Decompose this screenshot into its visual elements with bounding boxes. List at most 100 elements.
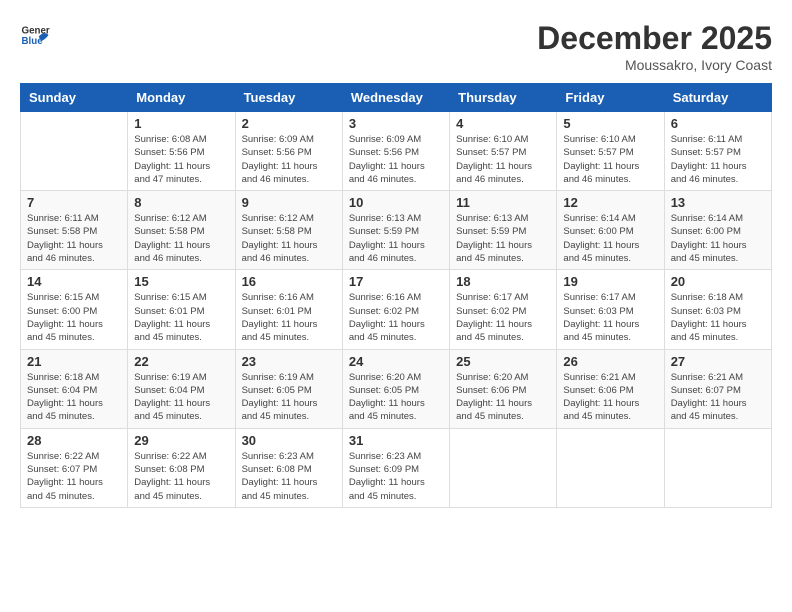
day-number: 14 (27, 274, 121, 289)
calendar-cell: 3Sunrise: 6:09 AMSunset: 5:56 PMDaylight… (342, 112, 449, 191)
title-area: December 2025 Moussakro, Ivory Coast (537, 20, 772, 73)
day-number: 7 (27, 195, 121, 210)
day-info: Sunrise: 6:08 AMSunset: 5:56 PMDaylight:… (134, 133, 228, 186)
day-number: 26 (563, 354, 657, 369)
calendar-cell: 12 Sunrise: 6:14 AMSunset: 6:00 PMDayligh… (557, 191, 664, 270)
svg-text:Blue: Blue (22, 36, 44, 47)
calendar-cell: 21Sunrise: 6:18 AMSunset: 6:04 PMDayligh… (21, 349, 128, 428)
day-number: 27 (671, 354, 765, 369)
day-info: Sunrise: 6:10 AMSunset: 5:57 PMDaylight:… (563, 133, 657, 186)
day-info: Sunrise: 6:18 AMSunset: 6:03 PMDaylight:… (671, 291, 765, 344)
calendar-cell: 9 Sunrise: 6:12 AMSunset: 5:58 PMDaylight… (235, 191, 342, 270)
day-header-friday: Friday (557, 84, 664, 112)
day-info: Sunrise: 6:20 AMSunset: 6:06 PMDaylight:… (456, 371, 550, 424)
day-number: 30 (242, 433, 336, 448)
day-info: Sunrise: 6:18 AMSunset: 6:04 PMDaylight:… (27, 371, 121, 424)
day-number: 13 (671, 195, 765, 210)
day-number: 9 (242, 195, 336, 210)
day-number: 23 (242, 354, 336, 369)
calendar-cell: 11Sunrise: 6:13 AMSunset: 5:59 PMDayligh… (450, 191, 557, 270)
calendar-week-4: 21Sunrise: 6:18 AMSunset: 6:04 PMDayligh… (21, 349, 772, 428)
day-info: Sunrise: 6:14 AMSunset: 6:00 PMDaylight:… (563, 212, 657, 265)
calendar-week-1: 1 Sunrise: 6:08 AMSunset: 5:56 PMDaylight… (21, 112, 772, 191)
day-number: 8 (134, 195, 228, 210)
day-number: 28 (27, 433, 121, 448)
day-number: 4 (456, 116, 550, 131)
day-number: 5 (563, 116, 657, 131)
day-header-thursday: Thursday (450, 84, 557, 112)
day-info: Sunrise: 6:09 AMSunset: 5:56 PMDaylight:… (242, 133, 336, 186)
calendar-cell: 23 Sunrise: 6:19 AMSunset: 6:05 PMDayligh… (235, 349, 342, 428)
calendar-cell: 8 Sunrise: 6:12 AMSunset: 5:58 PMDaylight… (128, 191, 235, 270)
location: Moussakro, Ivory Coast (537, 57, 772, 73)
logo: General Blue (20, 20, 50, 50)
calendar-cell: 7 Sunrise: 6:11 AMSunset: 5:58 PMDaylight… (21, 191, 128, 270)
day-info: Sunrise: 6:21 AMSunset: 6:06 PMDaylight:… (563, 371, 657, 424)
calendar-cell: 14 Sunrise: 6:15 AMSunset: 6:00 PMDayligh… (21, 270, 128, 349)
day-info: Sunrise: 6:17 AMSunset: 6:03 PMDaylight:… (563, 291, 657, 344)
calendar-cell: 25 Sunrise: 6:20 AMSunset: 6:06 PMDayligh… (450, 349, 557, 428)
day-number: 11 (456, 195, 550, 210)
day-header-saturday: Saturday (664, 84, 771, 112)
calendar-cell: 1 Sunrise: 6:08 AMSunset: 5:56 PMDaylight… (128, 112, 235, 191)
day-info: Sunrise: 6:11 AMSunset: 5:57 PMDaylight:… (671, 133, 765, 186)
calendar-table: SundayMondayTuesdayWednesdayThursdayFrid… (20, 83, 772, 508)
day-info: Sunrise: 6:23 AMSunset: 6:09 PMDaylight:… (349, 450, 443, 503)
calendar-cell: 13 Sunrise: 6:14 AMSunset: 6:00 PMDayligh… (664, 191, 771, 270)
day-info: Sunrise: 6:09 AMSunset: 5:56 PMDaylight:… (349, 133, 443, 186)
calendar-cell: 2 Sunrise: 6:09 AMSunset: 5:56 PMDaylight… (235, 112, 342, 191)
day-number: 1 (134, 116, 228, 131)
calendar-cell: 4 Sunrise: 6:10 AMSunset: 5:57 PMDaylight… (450, 112, 557, 191)
day-info: Sunrise: 6:15 AMSunset: 6:00 PMDaylight:… (27, 291, 121, 344)
calendar-cell (21, 112, 128, 191)
day-number: 24 (349, 354, 443, 369)
calendar-cell: 26 Sunrise: 6:21 AMSunset: 6:06 PMDayligh… (557, 349, 664, 428)
calendar-cell: 30 Sunrise: 6:23 AMSunset: 6:08 PMDayligh… (235, 428, 342, 507)
month-title: December 2025 (537, 20, 772, 57)
calendar-cell: 19 Sunrise: 6:17 AMSunset: 6:03 PMDayligh… (557, 270, 664, 349)
calendar-cell: 15 Sunrise: 6:15 AMSunset: 6:01 PMDayligh… (128, 270, 235, 349)
calendar-cell: 6 Sunrise: 6:11 AMSunset: 5:57 PMDaylight… (664, 112, 771, 191)
day-info: Sunrise: 6:17 AMSunset: 6:02 PMDaylight:… (456, 291, 550, 344)
day-info: Sunrise: 6:15 AMSunset: 6:01 PMDaylight:… (134, 291, 228, 344)
day-info: Sunrise: 6:11 AMSunset: 5:58 PMDaylight:… (27, 212, 121, 265)
day-number: 12 (563, 195, 657, 210)
day-number: 17 (349, 274, 443, 289)
logo-icon: General Blue (20, 20, 50, 50)
day-header-tuesday: Tuesday (235, 84, 342, 112)
calendar-cell (664, 428, 771, 507)
day-number: 19 (563, 274, 657, 289)
day-number: 29 (134, 433, 228, 448)
day-info: Sunrise: 6:12 AMSunset: 5:58 PMDaylight:… (242, 212, 336, 265)
calendar-cell: 10Sunrise: 6:13 AMSunset: 5:59 PMDayligh… (342, 191, 449, 270)
calendar-header-row: SundayMondayTuesdayWednesdayThursdayFrid… (21, 84, 772, 112)
day-info: Sunrise: 6:19 AMSunset: 6:05 PMDaylight:… (242, 371, 336, 424)
calendar-cell: 18Sunrise: 6:17 AMSunset: 6:02 PMDayligh… (450, 270, 557, 349)
calendar-cell (557, 428, 664, 507)
day-number: 16 (242, 274, 336, 289)
day-header-monday: Monday (128, 84, 235, 112)
calendar-cell: 29Sunrise: 6:22 AMSunset: 6:08 PMDayligh… (128, 428, 235, 507)
day-number: 15 (134, 274, 228, 289)
day-number: 31 (349, 433, 443, 448)
calendar-cell: 27 Sunrise: 6:21 AMSunset: 6:07 PMDayligh… (664, 349, 771, 428)
day-number: 25 (456, 354, 550, 369)
day-header-sunday: Sunday (21, 84, 128, 112)
page-header: General Blue December 2025 Moussakro, Iv… (20, 20, 772, 73)
calendar-cell: 16 Sunrise: 6:16 AMSunset: 6:01 PMDayligh… (235, 270, 342, 349)
day-number: 10 (349, 195, 443, 210)
day-info: Sunrise: 6:21 AMSunset: 6:07 PMDaylight:… (671, 371, 765, 424)
day-info: Sunrise: 6:20 AMSunset: 6:05 PMDaylight:… (349, 371, 443, 424)
day-info: Sunrise: 6:10 AMSunset: 5:57 PMDaylight:… (456, 133, 550, 186)
calendar-cell: 5 Sunrise: 6:10 AMSunset: 5:57 PMDaylight… (557, 112, 664, 191)
day-info: Sunrise: 6:14 AMSunset: 6:00 PMDaylight:… (671, 212, 765, 265)
day-info: Sunrise: 6:16 AMSunset: 6:01 PMDaylight:… (242, 291, 336, 344)
day-number: 20 (671, 274, 765, 289)
day-info: Sunrise: 6:23 AMSunset: 6:08 PMDaylight:… (242, 450, 336, 503)
day-number: 22 (134, 354, 228, 369)
day-number: 6 (671, 116, 765, 131)
day-info: Sunrise: 6:12 AMSunset: 5:58 PMDaylight:… (134, 212, 228, 265)
day-number: 2 (242, 116, 336, 131)
day-info: Sunrise: 6:22 AMSunset: 6:07 PMDaylight:… (27, 450, 121, 503)
day-header-wednesday: Wednesday (342, 84, 449, 112)
